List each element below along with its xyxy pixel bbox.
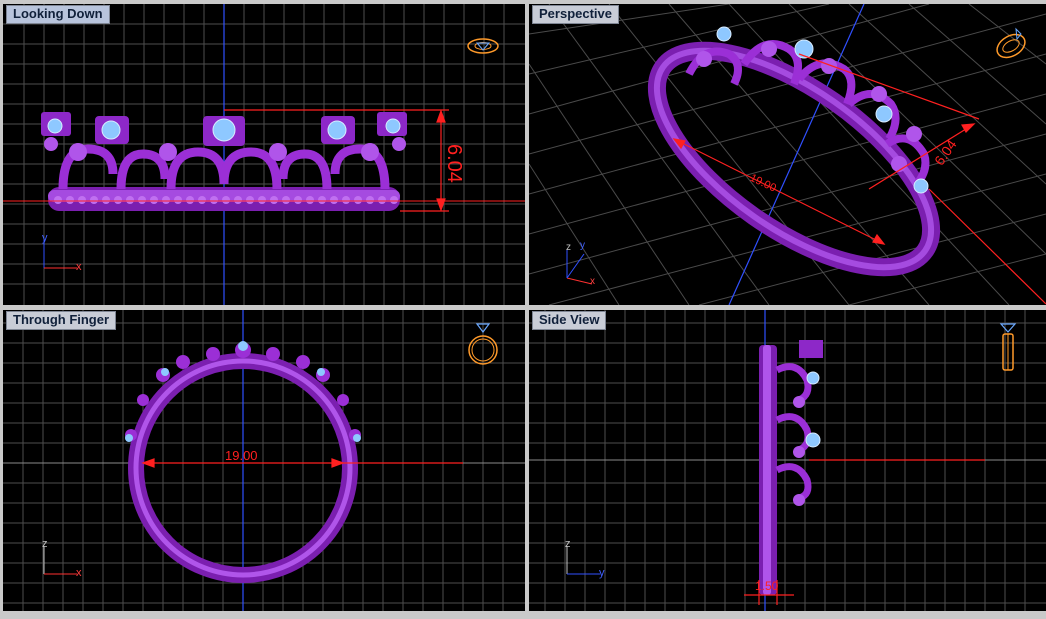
viewport-through-finger[interactable]: Through Finger 19.00 z x	[3, 310, 525, 611]
dimension-label: 6.04	[443, 144, 465, 183]
axis-label-z: z	[566, 242, 571, 253]
axis-label-x: x	[76, 567, 82, 579]
axis-label-y: y	[42, 232, 48, 244]
axis-label-z: z	[42, 538, 48, 550]
viewport-title[interactable]: Looking Down	[6, 5, 110, 24]
dimension-label: 19.00	[225, 448, 258, 463]
axis-label-z: z	[565, 538, 571, 550]
dimension-label: 1.50	[755, 579, 779, 593]
ring-model-side	[759, 340, 823, 595]
axis-label-x: x	[590, 276, 595, 287]
ring-model-perspective	[647, 26, 941, 277]
viewport-perspective[interactable]: Perspective 6.04 19.00 z y x	[529, 4, 1046, 305]
axis-label-y: y	[580, 240, 585, 251]
axis-label-x: x	[76, 261, 82, 273]
viewport-title[interactable]: Side View	[532, 311, 607, 330]
viewport-side-view[interactable]: Side View 1.50 z y	[529, 310, 1046, 611]
viewport-title[interactable]: Perspective	[532, 5, 619, 24]
viewport-looking-down[interactable]: Looking Down 6.04 y x	[3, 4, 525, 305]
viewport-title[interactable]: Through Finger	[6, 311, 117, 330]
axis-label-y: y	[599, 567, 605, 579]
